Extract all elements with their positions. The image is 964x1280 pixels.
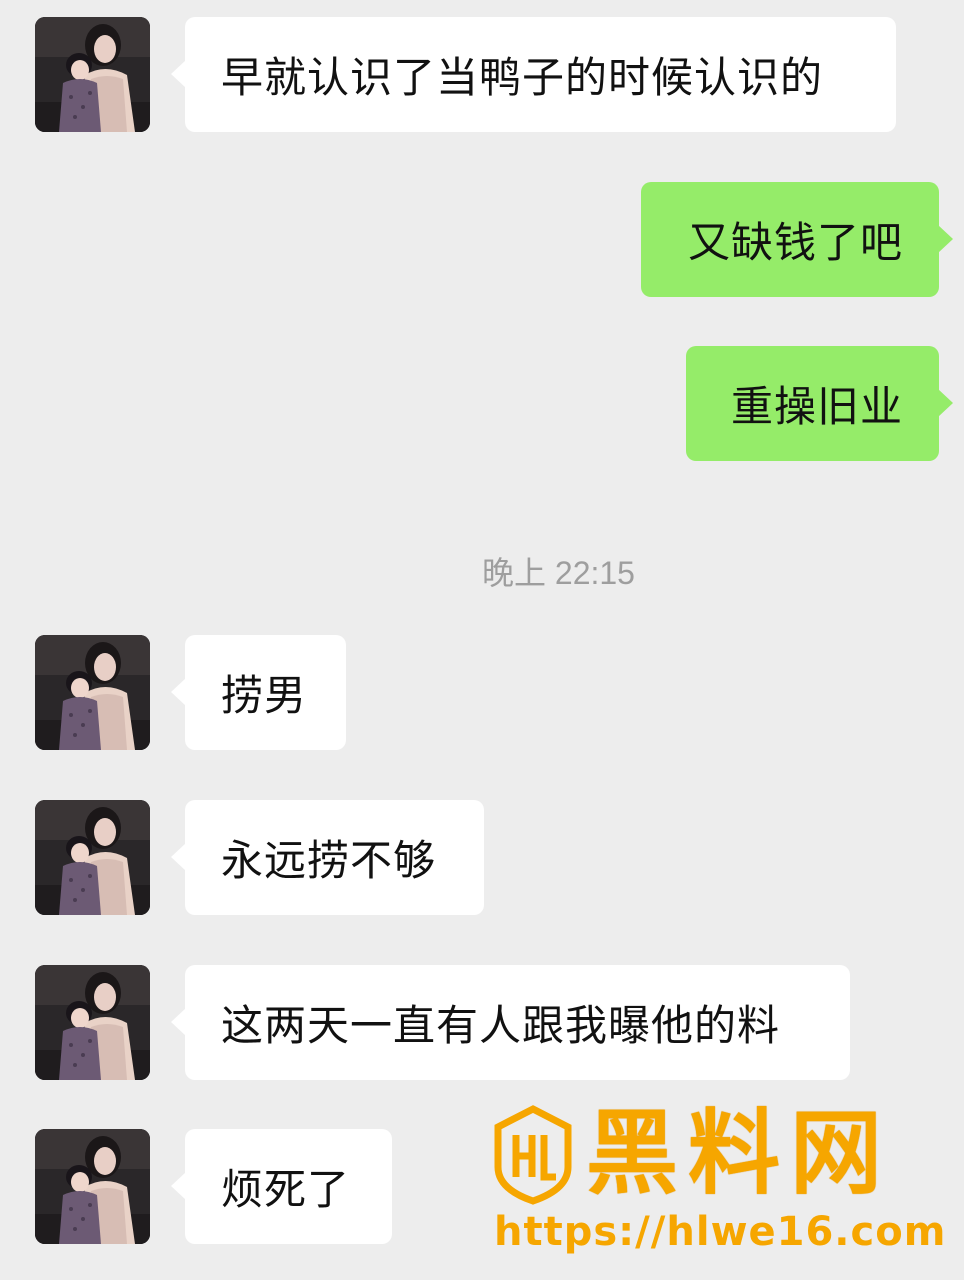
message-bubble-incoming[interactable]: 捞男	[171, 635, 346, 750]
contact-avatar-icon[interactable]	[35, 17, 150, 132]
message-bubble-incoming[interactable]: 永远捞不够	[171, 800, 484, 915]
contact-avatar-icon[interactable]	[35, 635, 150, 750]
contact-avatar-icon[interactable]	[35, 965, 150, 1080]
message-bubble-outgoing[interactable]: 又缺钱了吧	[641, 182, 953, 297]
watermark-url: https://hlwe16.com	[494, 1209, 947, 1255]
contact-avatar-icon[interactable]	[35, 800, 150, 915]
message-bubble-outgoing[interactable]: 重操旧业	[686, 346, 953, 461]
watermark-title: 黑料网	[586, 1100, 893, 1207]
message-timestamp: 晚上 22:15	[482, 555, 635, 591]
site-watermark: 黑料网 https://hlwe16.com	[490, 1100, 950, 1265]
message-bubble-incoming[interactable]: 这两天一直有人跟我曝他的料	[171, 965, 850, 1080]
hl-shield-logo-icon	[492, 1105, 574, 1205]
chat-screen: { "conversation": { "messages": [ {"side…	[0, 0, 964, 1280]
contact-avatar-icon[interactable]	[35, 1129, 150, 1244]
message-bubble-incoming[interactable]: 早就认识了当鸭子的时候认识的	[171, 17, 896, 132]
message-bubble-incoming[interactable]: 烦死了	[171, 1129, 392, 1244]
